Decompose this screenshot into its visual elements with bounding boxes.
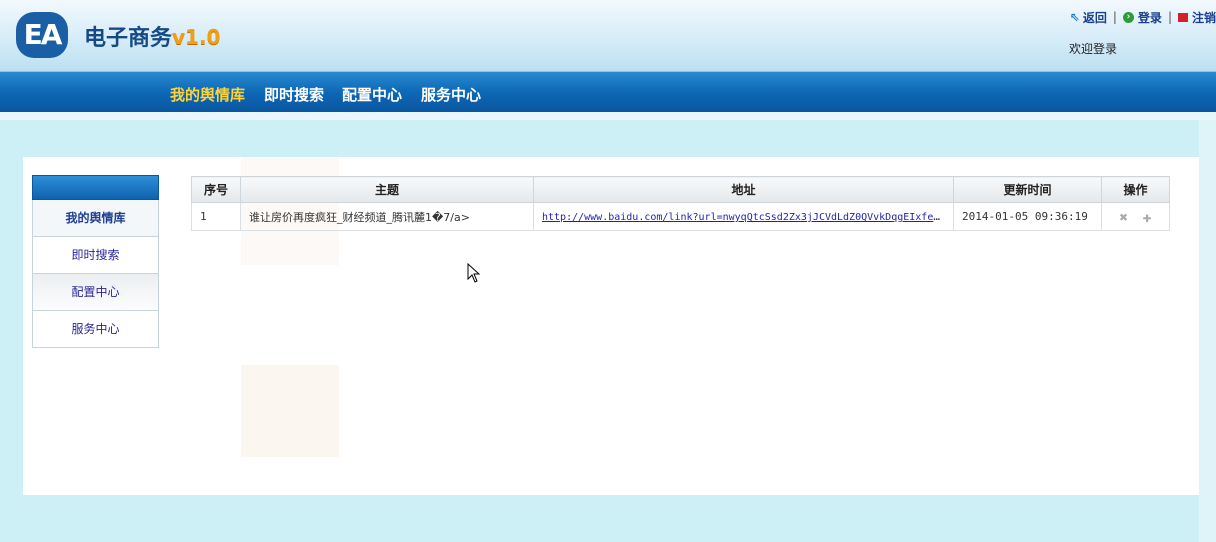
column-header-subject: 主题 <box>240 176 534 203</box>
nav-item-config-center[interactable]: 配置中心 <box>342 84 402 105</box>
delete-icon[interactable]: ✖ <box>1119 210 1127 226</box>
url-link[interactable]: http://www.baidu.com/link?url=nwyqQtcSsd… <box>542 210 953 223</box>
opinion-table: 序号 主题 地址 更新时间 操作 1 谁让房价再度疯狂_财经频道_腾讯麓1�7/… <box>191 176 1170 231</box>
column-header-url: 地址 <box>533 176 954 203</box>
background-decoration <box>241 365 339 457</box>
sidebar-header <box>32 175 159 200</box>
nav-item-instant-search[interactable]: 即时搜索 <box>264 84 324 105</box>
scroll-edge <box>1199 120 1216 542</box>
nav-item-my-library[interactable]: 我的舆情库 <box>170 84 245 105</box>
sidebar: 我的舆情库 即时搜索 配置中心 服务中心 <box>32 175 159 348</box>
separator: | <box>1112 10 1117 24</box>
column-header-actions: 操作 <box>1101 176 1170 203</box>
column-header-index: 序号 <box>191 176 241 203</box>
add-icon[interactable]: ✚ <box>1143 208 1152 226</box>
table-row: 1 谁让房价再度疯狂_财经频道_腾讯麓1�7/a> http://www.bai… <box>191 202 1170 231</box>
cell-updated: 2014-01-05 09:36:19 <box>953 202 1102 231</box>
login-label: 登录 <box>1137 10 1162 25</box>
logo: EA <box>16 12 68 58</box>
sidebar-item-my-library[interactable]: 我的舆情库 <box>32 200 159 237</box>
sidebar-item-config-center[interactable]: 配置中心 <box>32 274 159 311</box>
app-version: v1.0 <box>172 25 221 49</box>
logout-link[interactable]: 注销 <box>1177 9 1216 26</box>
nav-item-service-center[interactable]: 服务中心 <box>421 84 481 105</box>
login-icon: › <box>1122 11 1134 23</box>
table-header-row: 序号 主题 地址 更新时间 操作 <box>191 176 1170 203</box>
separator: | <box>1167 10 1172 24</box>
welcome-text: 欢迎登录 <box>1069 42 1118 56</box>
cell-url: http://www.baidu.com/link?url=nwyqQtcSsd… <box>533 202 954 231</box>
header: EA 电子商务 v1.0 ⇖ 返回 | › 登录 | 注销 欢迎登录 <box>0 0 1216 72</box>
logout-icon <box>1177 12 1188 22</box>
column-header-updated: 更新时间 <box>953 176 1102 203</box>
logout-label: 注销 <box>1191 10 1216 25</box>
sidebar-item-service-center[interactable]: 服务中心 <box>32 311 159 348</box>
cell-subject: 谁让房价再度疯狂_财经频道_腾讯麓1�7/a> <box>240 202 534 231</box>
cell-index: 1 <box>191 202 241 231</box>
back-link[interactable]: ⇖ 返回 <box>1070 9 1107 26</box>
back-label: 返回 <box>1082 10 1107 25</box>
nav-divider <box>0 112 1216 120</box>
mouse-cursor-icon <box>467 263 481 283</box>
main-nav: 我的舆情库 即时搜索 配置中心 服务中心 <box>0 72 1216 112</box>
cell-actions: ✖ ✚ <box>1101 202 1170 231</box>
top-links: ⇖ 返回 | › 登录 | 注销 <box>1070 9 1216 25</box>
logo-mark: EA <box>16 12 68 58</box>
login-link[interactable]: › 登录 <box>1122 9 1162 26</box>
sidebar-item-instant-search[interactable]: 即时搜索 <box>32 237 159 274</box>
app-title: 电子商务 <box>84 26 173 51</box>
back-arrow-icon: ⇖ <box>1069 10 1080 24</box>
